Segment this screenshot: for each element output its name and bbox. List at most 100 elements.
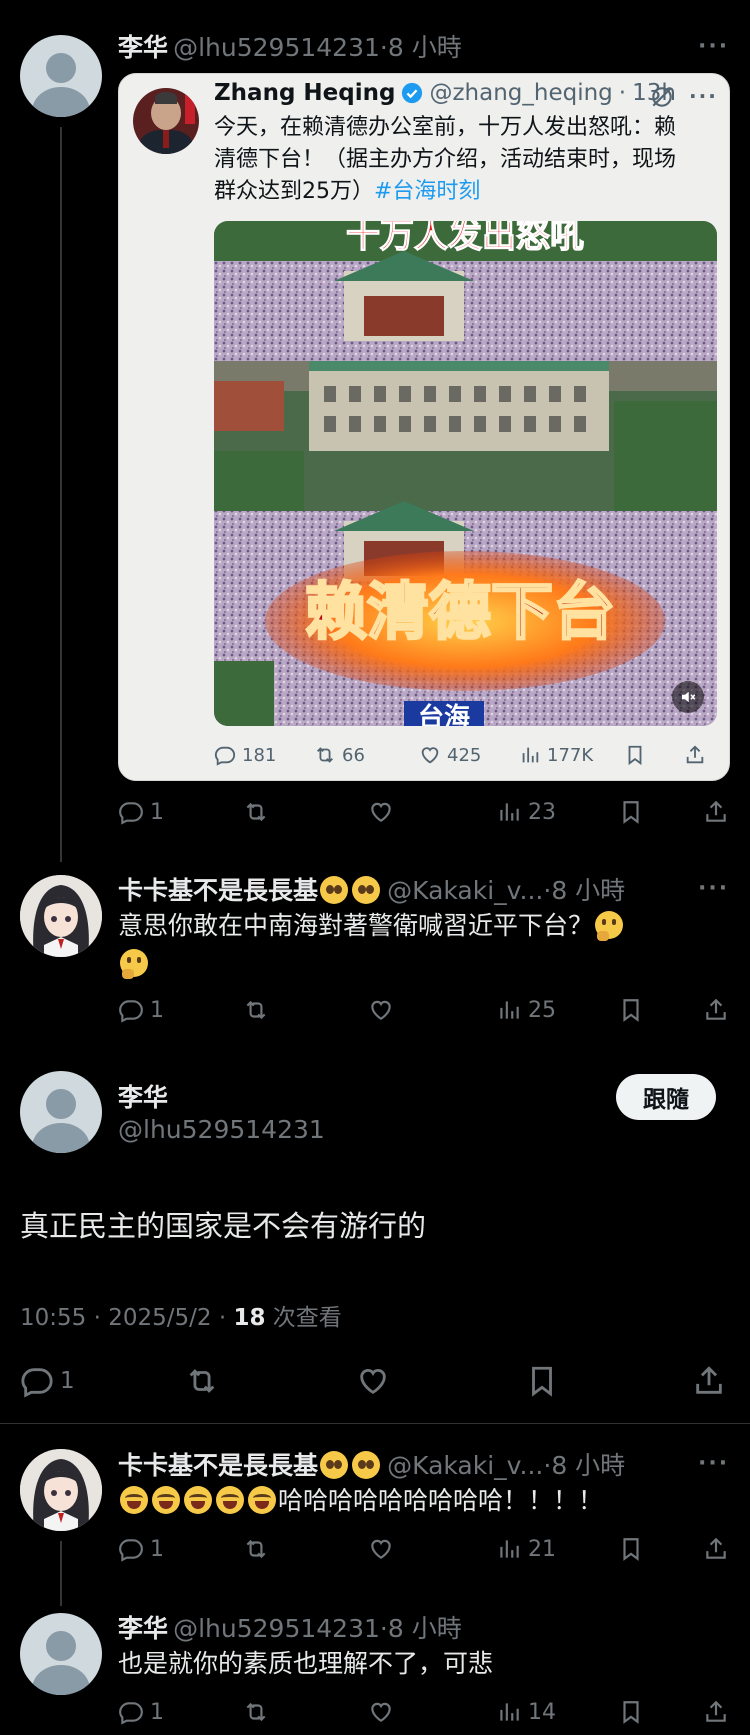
post-text: 哈哈哈哈哈哈哈哈哈！！！！ [278, 1486, 604, 1515]
quote-repost-button[interactable]: 66 [314, 744, 365, 766]
views-icon [496, 1699, 522, 1725]
verified-badge-icon [402, 82, 423, 104]
reply-button[interactable]: 1 [118, 997, 164, 1023]
share-button[interactable] [703, 1536, 729, 1562]
divider [0, 1423, 750, 1424]
post-time[interactable]: 8 小時 [551, 1451, 625, 1480]
share-button[interactable] [703, 997, 729, 1023]
thread-line [60, 1541, 62, 1606]
video-thumbnail[interactable]: 十万人发出怒吼 赖清德下台 台海 [214, 221, 717, 726]
bookmark-button[interactable] [618, 1699, 644, 1725]
post-time[interactable]: 8 小時 [551, 876, 625, 905]
views-icon [496, 799, 522, 825]
author-name[interactable]: 李华 [118, 1614, 168, 1643]
share-button[interactable] [703, 799, 729, 825]
avatar-lihua[interactable] [20, 1613, 102, 1695]
repost-icon [185, 1364, 219, 1398]
heart-icon [419, 744, 441, 766]
bookmark-button[interactable] [618, 997, 644, 1023]
views-icon [496, 997, 522, 1023]
hashtag-link[interactable]: #台海时刻 [374, 179, 480, 204]
quote-share-button[interactable] [684, 744, 706, 766]
author-handle[interactable]: @lhu529514231 [173, 1614, 380, 1643]
bookmark-button[interactable] [525, 1364, 559, 1398]
bookmark-icon [618, 1536, 644, 1562]
more-options-icon[interactable]: ··· [698, 876, 729, 901]
video-caption-top: 十万人发出怒吼 [346, 221, 584, 256]
video-caption-main: 赖清德下台 [305, 575, 615, 648]
main-author-name[interactable]: 李华 [118, 1078, 168, 1114]
quote-views-button[interactable]: 177K [519, 744, 593, 766]
reply-button[interactable]: 1 [118, 1536, 164, 1562]
avatar-kakaki[interactable] [20, 1449, 102, 1531]
grok-icon[interactable] [649, 84, 675, 110]
views-button[interactable]: 14 [496, 1699, 556, 1725]
follow-button[interactable]: 跟隨 [616, 1074, 716, 1120]
repost-button[interactable] [243, 1536, 269, 1562]
post-time[interactable]: 8 小時 [388, 1614, 462, 1643]
reply-button[interactable]: 1 [118, 799, 164, 825]
repost-button[interactable] [243, 997, 269, 1023]
avatar-kakaki[interactable] [20, 875, 102, 957]
quote-reply-button[interactable]: 181 [214, 744, 276, 766]
thinking-face-emoji [120, 949, 148, 979]
like-button[interactable] [368, 997, 394, 1023]
views-count: 23 [528, 799, 556, 825]
share-icon [692, 1364, 726, 1398]
repost-button[interactable] [243, 1699, 269, 1725]
quote-text: 今天，在赖清德办公室前，十万人发出怒吼：赖 清德下台！（据主办方介绍，活动结束时… [214, 112, 714, 208]
bookmark-button[interactable] [618, 799, 644, 825]
author-handle[interactable]: @Kakaki_v... [387, 1451, 543, 1480]
share-button[interactable] [703, 1699, 729, 1725]
more-options-icon[interactable]: ··· [698, 34, 729, 59]
quote-author-handle[interactable]: @zhang_heqing [429, 80, 612, 106]
author-handle[interactable]: @lhu529514231 [173, 33, 380, 62]
reply-button[interactable]: 1 [20, 1364, 75, 1398]
heart-icon [368, 997, 394, 1023]
reply-button[interactable]: 1 [118, 1699, 164, 1725]
quote-card[interactable]: Zhang Heqing @zhang_heqing · 13h ··· 今天，在赖… [118, 73, 730, 781]
main-author-handle[interactable]: @lhu529514231 [118, 1115, 325, 1144]
avatar-lihua[interactable] [20, 1071, 102, 1153]
quote-bookmark-button[interactable] [624, 744, 646, 766]
reply-icon [118, 997, 144, 1023]
share-icon [684, 744, 706, 766]
bookmark-icon [624, 744, 646, 766]
author-name[interactable]: 李华 [118, 33, 168, 62]
bookmark-icon [618, 997, 644, 1023]
thinking-face-emoji [595, 911, 624, 941]
separator: · [618, 80, 627, 106]
share-button[interactable] [692, 1364, 726, 1398]
bookmark-button[interactable] [618, 1536, 644, 1562]
thread-line [60, 127, 62, 862]
reply-icon [118, 799, 144, 825]
repost-button[interactable] [185, 1364, 219, 1398]
views-button[interactable]: 21 [496, 1536, 556, 1562]
repost-button[interactable] [243, 799, 269, 825]
like-button[interactable] [356, 1364, 390, 1398]
avatar-lihua[interactable] [20, 35, 102, 117]
like-button[interactable] [368, 1699, 394, 1725]
like-button[interactable] [368, 1536, 394, 1562]
author-name[interactable]: 卡卡基不是長長基 [118, 876, 318, 905]
bookmark-icon [618, 1699, 644, 1725]
quote-avatar[interactable] [133, 88, 199, 154]
more-options-icon[interactable]: ··· [698, 1451, 729, 1476]
author-handle[interactable]: @Kakaki_v... [387, 876, 543, 905]
quote-author-name[interactable]: Zhang Heqing [214, 80, 395, 106]
quote-more-icon[interactable]: ··· [689, 84, 718, 108]
post-time[interactable]: 8 小時 [388, 33, 462, 62]
bookmark-icon [618, 799, 644, 825]
heart-icon [368, 799, 394, 825]
views-icon [519, 744, 541, 766]
views-button[interactable]: 23 [496, 799, 556, 825]
like-button[interactable] [368, 799, 394, 825]
author-name[interactable]: 卡卡基不是長長基 [118, 1451, 318, 1480]
reply3-header: 李华 @lhu529514231·8 小時 [118, 1609, 462, 1645]
views-button[interactable]: 25 [496, 997, 556, 1023]
heart-icon [356, 1364, 390, 1398]
post-timestamp[interactable]: 10:55 · 2025/5/2 · [20, 1305, 233, 1331]
views-count: 14 [528, 1699, 556, 1725]
mute-icon[interactable] [672, 681, 704, 713]
quote-like-button[interactable]: 425 [419, 744, 481, 766]
